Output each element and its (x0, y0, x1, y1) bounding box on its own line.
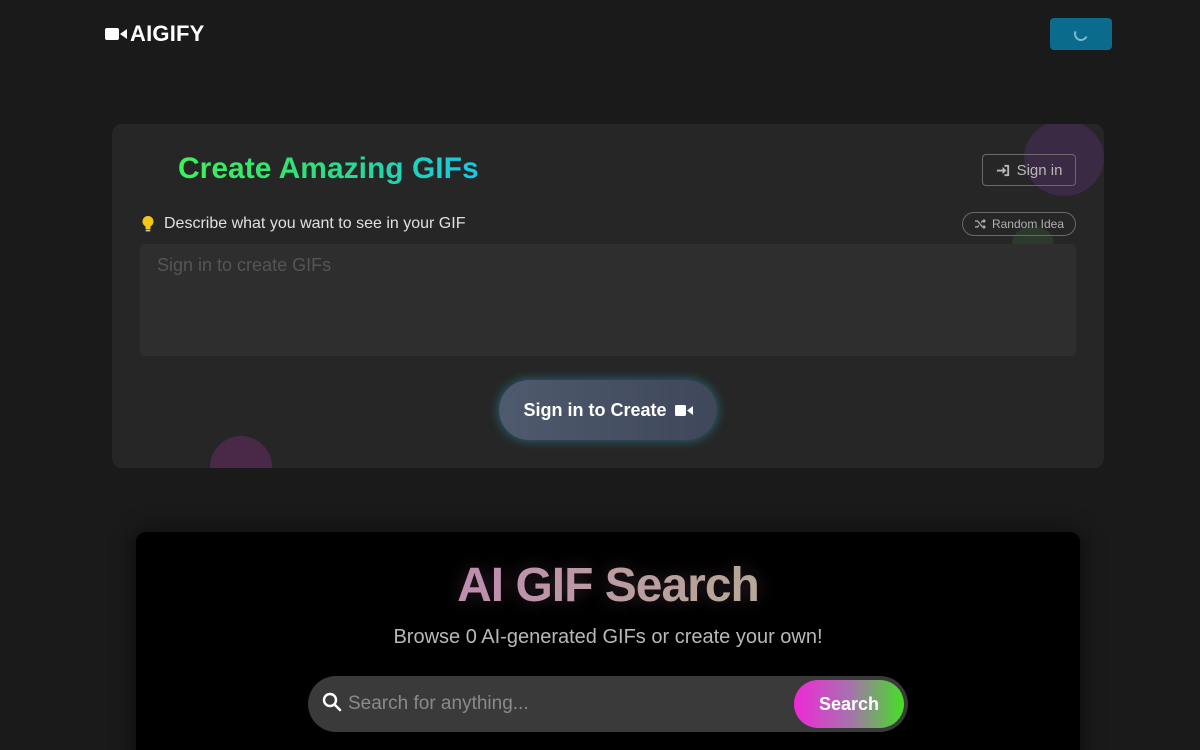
sign-in-label: Sign in (1016, 161, 1063, 179)
search-input[interactable] (348, 686, 788, 722)
prompt-label: Describe what you want to see in your GI… (140, 214, 465, 234)
sign-in-button[interactable]: Sign in (982, 154, 1076, 186)
decorative-blob-magenta (210, 436, 272, 468)
random-idea-button[interactable]: Random Idea (962, 212, 1076, 236)
prompt-label-text: Describe what you want to see in your GI… (164, 215, 466, 232)
loading-button[interactable] (1050, 18, 1112, 50)
brand-name: AIGIFY (130, 21, 205, 46)
create-gif-card: Create Amazing GIFs Sign in Describe wha… (112, 124, 1104, 468)
sign-in-icon (996, 164, 1009, 176)
lightbulb-icon (142, 216, 154, 232)
search-title: AI GIF Search (136, 558, 1080, 613)
video-camera-icon (674, 404, 693, 416)
prompt-textarea[interactable] (140, 244, 1076, 356)
search-bar: Search (308, 676, 908, 732)
create-button-label: Sign in to Create (523, 399, 667, 420)
spinner-icon (1072, 25, 1090, 43)
search-icon (322, 692, 342, 712)
create-title: Create Amazing GIFs (178, 152, 479, 185)
sign-in-to-create-button[interactable]: Sign in to Create (499, 380, 717, 440)
brand-logo[interactable]: AIGIFY (105, 20, 205, 48)
search-subtitle: Browse 0 AI-generated GIFs or create you… (393, 626, 823, 648)
search-button[interactable]: Search (794, 680, 904, 728)
header: AIGIFY (0, 0, 1200, 70)
gif-search-section: AI GIF Search Browse 0 AI-generated GIFs… (136, 532, 1080, 750)
video-camera-icon (105, 28, 127, 40)
shuffle-icon (974, 219, 986, 229)
random-idea-label: Random Idea (991, 217, 1065, 231)
